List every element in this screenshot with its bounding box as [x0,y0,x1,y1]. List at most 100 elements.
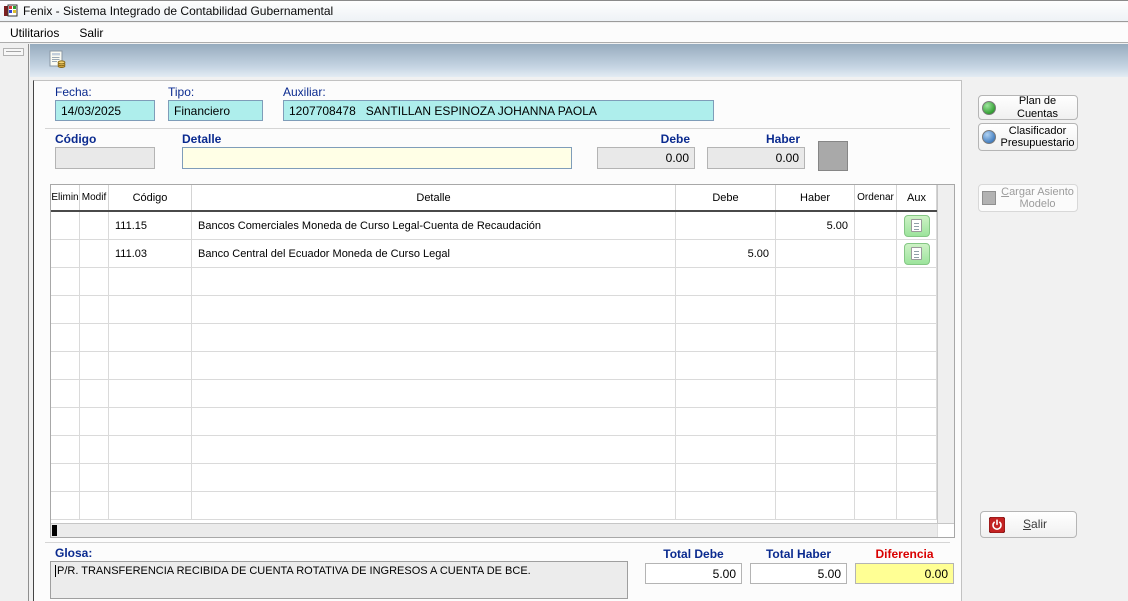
cell-elimin[interactable] [51,408,80,435]
salir-button[interactable]: Salir [980,511,1077,538]
cell-codigo[interactable] [109,464,192,491]
clasificador-presupuestario-button[interactable]: Clasificador Presupuestario [978,123,1078,151]
cell-debe[interactable] [676,352,776,379]
cell-haber[interactable] [776,408,855,435]
cell-ordenar[interactable] [855,380,897,407]
cell-detalle[interactable]: Bancos Comerciales Moneda de Curso Legal… [192,212,676,239]
table-row[interactable] [51,380,937,408]
cell-detalle[interactable] [192,464,676,491]
menu-utilitarios[interactable]: Utilitarios [0,23,69,42]
table-row[interactable] [51,436,937,464]
aux-button[interactable] [904,243,930,265]
cell-codigo[interactable] [109,436,192,463]
cell-detalle[interactable] [192,352,676,379]
cell-elimin[interactable] [51,492,80,519]
cell-elimin[interactable] [51,464,80,491]
cell-elimin[interactable] [51,380,80,407]
table-row[interactable]: 111.03 Banco Central del Ecuador Moneda … [51,240,937,268]
menu-salir[interactable]: Salir [69,23,113,42]
cell-haber[interactable] [776,492,855,519]
cell-detalle[interactable] [192,492,676,519]
cell-debe[interactable]: 5.00 [676,240,776,267]
cell-elimin[interactable] [51,212,80,239]
cell-codigo[interactable] [109,492,192,519]
horizontal-scrollbar[interactable] [51,523,954,537]
table-row[interactable] [51,296,937,324]
cell-codigo[interactable]: 111.03 [109,240,192,267]
table-row[interactable] [51,408,937,436]
debe-input[interactable]: 0.00 [597,147,695,169]
vertical-scrollbar[interactable] [937,185,954,523]
cell-detalle[interactable] [192,296,676,323]
cell-modif[interactable] [80,492,109,519]
cell-detalle[interactable] [192,268,676,295]
codigo-input[interactable] [55,147,155,169]
cell-haber[interactable] [776,436,855,463]
cell-codigo[interactable]: 111.15 [109,212,192,239]
cell-codigo[interactable] [109,352,192,379]
cell-debe[interactable] [676,464,776,491]
cell-codigo[interactable] [109,296,192,323]
haber-input[interactable]: 0.00 [707,147,805,169]
table-row[interactable] [51,268,937,296]
cell-haber[interactable] [776,464,855,491]
cell-ordenar[interactable] [855,408,897,435]
cell-modif[interactable] [80,212,109,239]
cell-elimin[interactable] [51,352,80,379]
cell-debe[interactable] [676,436,776,463]
cell-codigo[interactable] [109,268,192,295]
cell-modif[interactable] [80,296,109,323]
cell-ordenar[interactable] [855,324,897,351]
cell-detalle[interactable] [192,324,676,351]
cell-ordenar[interactable] [855,492,897,519]
cell-debe[interactable] [676,492,776,519]
cell-ordenar[interactable] [855,296,897,323]
cell-ordenar[interactable] [855,464,897,491]
detalle-input[interactable] [182,147,572,169]
tipo-input[interactable]: Financiero [168,100,263,121]
fecha-input[interactable]: 14/03/2025 [55,100,155,121]
table-row[interactable] [51,324,937,352]
plan-de-cuentas-button[interactable]: Plan de Cuentas [978,95,1078,120]
cell-haber[interactable]: 5.00 [776,212,855,239]
table-row[interactable] [51,352,937,380]
panel-grip[interactable] [3,48,24,56]
cell-modif[interactable] [80,436,109,463]
cell-elimin[interactable] [51,268,80,295]
table-row[interactable] [51,492,937,520]
cell-detalle[interactable] [192,436,676,463]
cell-detalle[interactable] [192,408,676,435]
cell-debe[interactable] [676,268,776,295]
auxiliar-input[interactable]: 1207708478 SANTILLAN ESPINOZA JOHANNA PA… [283,100,714,121]
cell-haber[interactable] [776,352,855,379]
cell-ordenar[interactable] [855,212,897,239]
cell-elimin[interactable] [51,240,80,267]
add-entry-button[interactable] [818,141,848,171]
cell-modif[interactable] [80,352,109,379]
cell-debe[interactable] [676,212,776,239]
cell-elimin[interactable] [51,324,80,351]
cell-codigo[interactable] [109,324,192,351]
aux-button[interactable] [904,215,930,237]
cell-modif[interactable] [80,408,109,435]
cell-ordenar[interactable] [855,436,897,463]
cell-detalle[interactable] [192,380,676,407]
new-entry-button[interactable] [45,50,69,74]
cell-haber[interactable] [776,296,855,323]
cell-ordenar[interactable] [855,268,897,295]
cell-haber[interactable] [776,268,855,295]
cell-modif[interactable] [80,240,109,267]
cell-debe[interactable] [676,324,776,351]
cell-detalle[interactable]: Banco Central del Ecuador Moneda de Curs… [192,240,676,267]
cell-debe[interactable] [676,408,776,435]
cell-modif[interactable] [80,380,109,407]
cell-ordenar[interactable] [855,240,897,267]
cell-haber[interactable] [776,380,855,407]
cell-debe[interactable] [676,380,776,407]
cell-ordenar[interactable] [855,352,897,379]
cell-modif[interactable] [80,268,109,295]
cell-haber[interactable] [776,240,855,267]
cell-elimin[interactable] [51,436,80,463]
table-row[interactable]: 111.15 Bancos Comerciales Moneda de Curs… [51,212,937,240]
cell-elimin[interactable] [51,296,80,323]
